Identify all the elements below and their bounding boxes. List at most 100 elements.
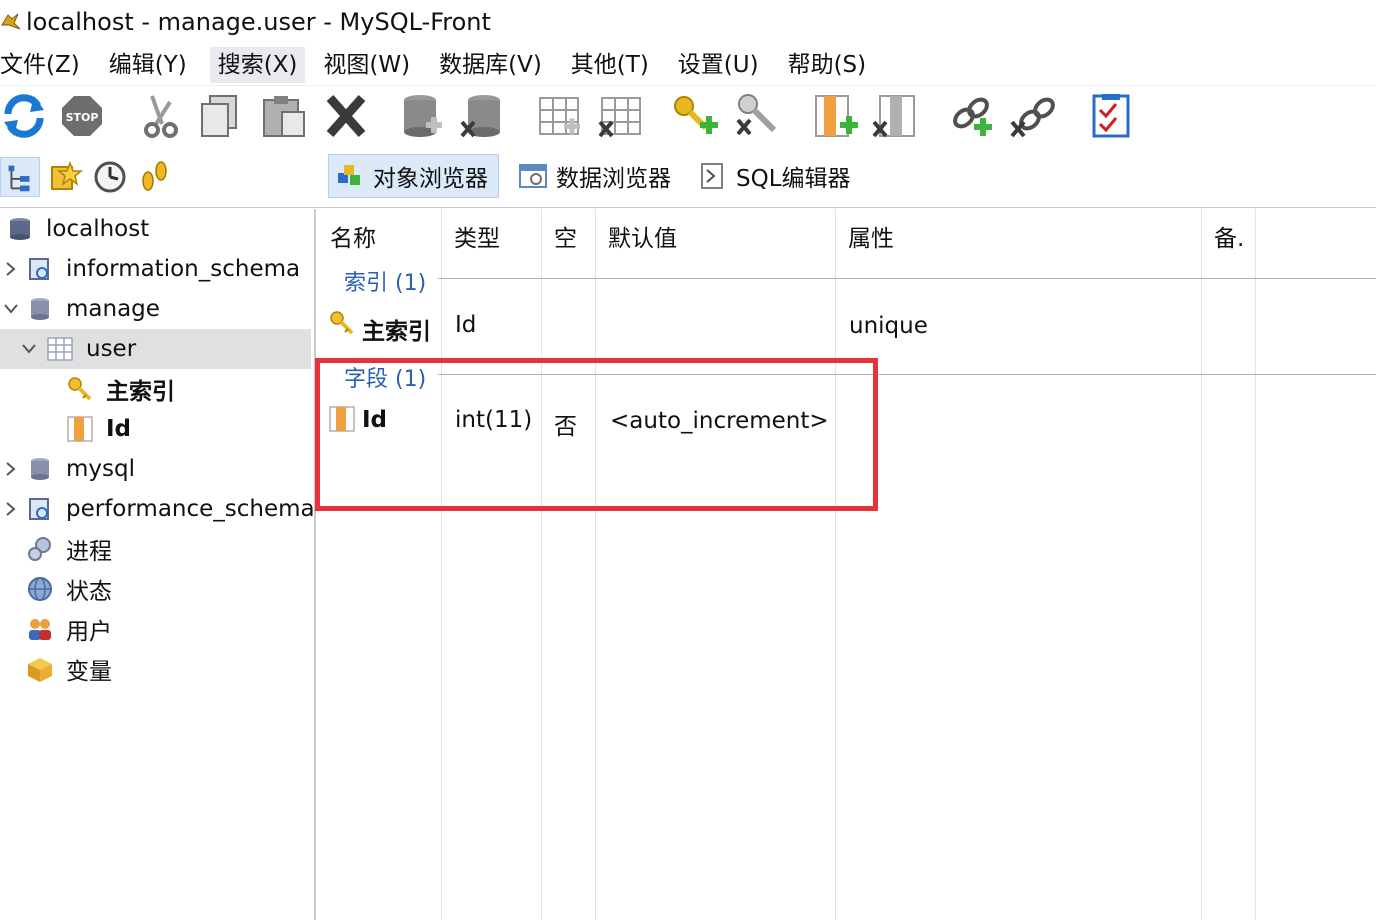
group-label-indexes[interactable]: 索引 (1): [344, 265, 426, 297]
column-divider: [1255, 209, 1256, 920]
refresh-icon[interactable]: [0, 92, 48, 140]
delete-foreign-key-icon[interactable]: [1010, 92, 1058, 140]
tree-node-processes[interactable]: 进程: [0, 529, 314, 569]
footsteps-icon[interactable]: [134, 157, 174, 197]
tab-object-browser[interactable]: 对象浏览器: [328, 154, 499, 198]
menu-settings[interactable]: 设置(U): [678, 47, 767, 83]
menu-view[interactable]: 视图(W): [323, 47, 418, 83]
column-header-type[interactable]: 类型: [454, 219, 500, 253]
server-icon: [10, 218, 30, 240]
tree-node-variables[interactable]: 变量: [0, 649, 314, 689]
column-header-default[interactable]: 默认值: [608, 219, 677, 253]
tree-node-user[interactable]: user: [0, 329, 311, 369]
tab-data-browser[interactable]: 数据浏览器: [512, 154, 681, 198]
chevron-right-icon[interactable]: [2, 460, 20, 478]
tree-node-performance-schema[interactable]: performance_schema: [0, 489, 314, 529]
delete-icon[interactable]: [322, 92, 370, 140]
group-divider: [438, 374, 1376, 375]
system-database-icon: [29, 258, 49, 280]
data-browser-icon: [519, 164, 547, 188]
tree-label: manage: [66, 296, 160, 322]
create-foreign-key-icon[interactable]: [948, 92, 996, 140]
cell-name: 主索引: [362, 319, 431, 345]
cell-attributes: unique: [849, 313, 928, 339]
delete-table-icon[interactable]: [598, 92, 646, 140]
delete-database-icon[interactable]: [458, 92, 506, 140]
object-browser-grid: 名称 类型 空 默认值 属性 备. 索引 (1) 主索引 Id unique 字…: [318, 209, 1376, 920]
stop-text: STOP: [66, 111, 99, 124]
tree-label: 状态: [66, 579, 112, 605]
paste-icon[interactable]: [260, 92, 308, 140]
tree-view-icon[interactable]: [0, 157, 40, 197]
column-divider: [1201, 209, 1202, 920]
create-database-icon[interactable]: [398, 92, 446, 140]
menu-database[interactable]: 数据库(V): [439, 47, 550, 83]
tree-label: Id: [106, 416, 132, 442]
key-icon: [330, 311, 354, 335]
menu-edit[interactable]: 编辑(Y): [109, 47, 195, 83]
tree-label: 进程: [66, 539, 112, 565]
column-header-name[interactable]: 名称: [330, 219, 376, 253]
favorites-icon[interactable]: [46, 157, 86, 197]
cut-icon[interactable]: [134, 92, 182, 140]
title-bar: localhost - manage.user - MySQL-Front: [0, 0, 1376, 44]
system-database-icon: [29, 498, 49, 520]
menu-file[interactable]: 文件(Z): [0, 47, 88, 83]
tree-label: 变量: [66, 659, 112, 685]
object-tree: localhost information_schema manage user: [0, 209, 316, 920]
column-divider: [441, 209, 442, 920]
tree-node-manage[interactable]: manage: [0, 289, 314, 329]
tree-node-users[interactable]: 用户: [0, 609, 314, 649]
chevron-right-icon[interactable]: [2, 260, 20, 278]
column-header-comment[interactable]: 备.: [1214, 219, 1244, 253]
chevron-down-icon[interactable]: [2, 300, 20, 318]
chevron-down-icon[interactable]: [20, 340, 38, 358]
menu-search[interactable]: 搜索(X): [209, 46, 306, 83]
navigation-toolbar: 对象浏览器 数据浏览器 SQL编辑器: [0, 146, 1376, 208]
table-icon: [47, 337, 73, 361]
create-field-icon[interactable]: [812, 92, 860, 140]
delete-index-icon[interactable]: [734, 92, 782, 140]
column-divider: [595, 209, 596, 920]
sql-editor-icon: [701, 163, 723, 189]
window-title: localhost - manage.user - MySQL-Front: [26, 8, 491, 36]
cell-type: int(11): [455, 407, 533, 433]
history-clock-icon[interactable]: [90, 157, 130, 197]
copy-icon[interactable]: [196, 92, 244, 140]
tab-data-browser-label: 数据浏览器: [556, 166, 671, 192]
tree-node-status[interactable]: 状态: [0, 569, 314, 609]
tree-node-localhost[interactable]: localhost: [0, 209, 314, 249]
column-header-attributes[interactable]: 属性: [848, 219, 894, 253]
stop-icon[interactable]: STOP: [58, 92, 106, 140]
group-divider: [438, 278, 1376, 279]
tree-node-id[interactable]: Id: [0, 409, 314, 449]
delete-field-icon[interactable]: [872, 92, 920, 140]
tab-sql-editor[interactable]: SQL编辑器: [692, 154, 861, 198]
tree-node-mysql[interactable]: mysql: [0, 449, 314, 489]
cell-type: Id: [455, 312, 477, 338]
create-table-icon[interactable]: [536, 92, 584, 140]
processes-gears-icon: [28, 537, 51, 561]
database-icon: [31, 298, 49, 320]
create-index-icon[interactable]: [672, 92, 720, 140]
cell-name: Id: [362, 407, 388, 433]
variables-box-icon: [28, 658, 52, 682]
chevron-right-icon[interactable]: [2, 500, 20, 518]
tree-node-information-schema[interactable]: information_schema: [0, 249, 314, 289]
status-globe-icon: [28, 577, 52, 601]
menu-other[interactable]: 其他(T): [571, 47, 657, 83]
cell-null: 否: [554, 414, 577, 440]
tree-node-primary-index[interactable]: 主索引: [0, 369, 314, 409]
tree-label: 用户: [66, 619, 112, 645]
column-header-null[interactable]: 空: [554, 219, 577, 253]
menu-help[interactable]: 帮助(S): [788, 47, 875, 83]
group-label-fields[interactable]: 字段 (1): [344, 361, 426, 393]
tree-label: 主索引: [106, 379, 175, 405]
tree-label: mysql: [66, 456, 135, 482]
menu-bar: 文件(Z) 编辑(Y) 搜索(X) 视图(W) 数据库(V) 其他(T) 设置(…: [0, 44, 1376, 86]
properties-icon[interactable]: [1088, 92, 1136, 140]
column-divider: [541, 209, 542, 920]
column-divider: [835, 209, 836, 920]
tab-sql-editor-label: SQL编辑器: [736, 166, 851, 192]
main-toolbar: STOP: [0, 86, 1376, 146]
